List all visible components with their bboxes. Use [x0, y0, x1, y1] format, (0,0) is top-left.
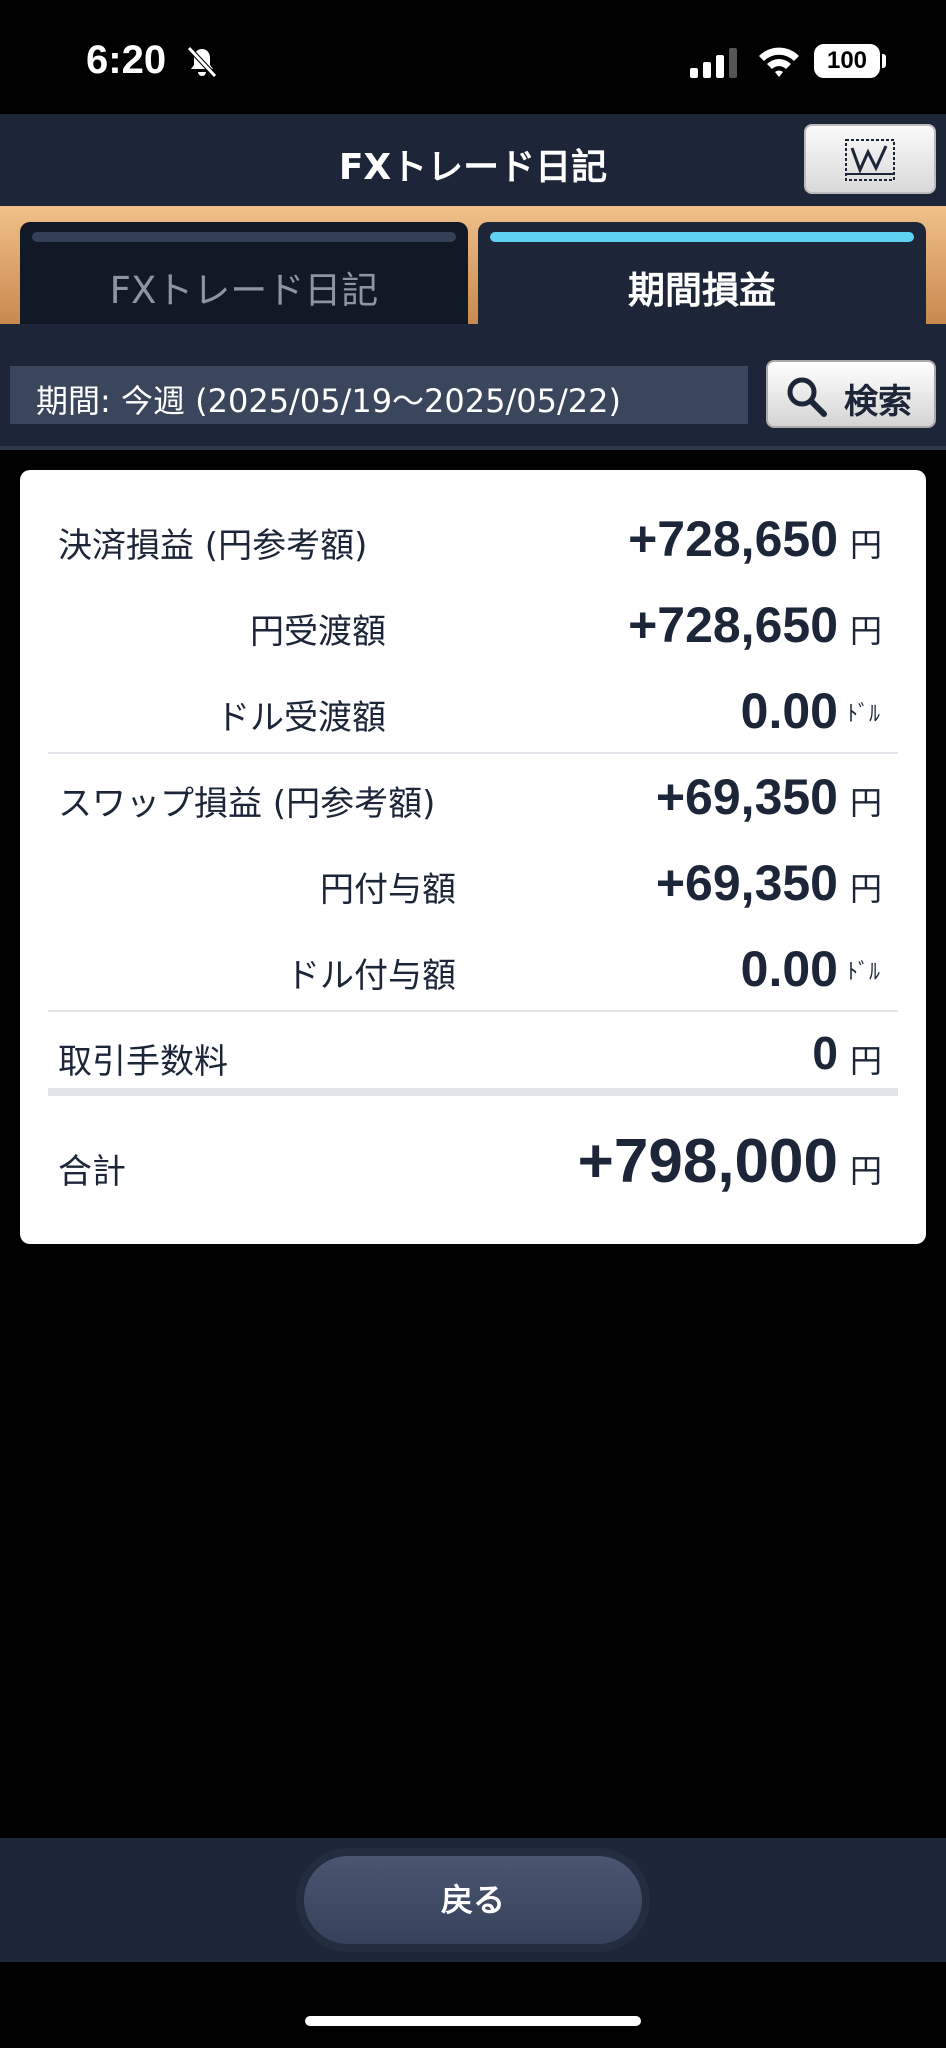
yen-grant-label: 円付与額: [320, 870, 456, 910]
settlement-value: +728,650: [628, 511, 838, 567]
tab-period-pnl[interactable]: 期間損益: [478, 222, 926, 324]
search-button[interactable]: 検索: [766, 360, 936, 428]
battery-tip: [882, 54, 886, 68]
tab-indicator: [32, 232, 456, 242]
dollar-grant-value: 0.00: [740, 941, 838, 997]
dollar-grant-label: ドル付与額: [286, 956, 456, 996]
tab-fx-trade-diary[interactable]: FXトレード日記: [20, 222, 468, 324]
signal-icon: [690, 48, 737, 78]
dollar-delivery-unit: ﾄﾞﾙ: [846, 702, 880, 727]
divider: [0, 446, 946, 450]
period-field[interactable]: 期間: 今週 (2025/05/19～2025/05/22): [10, 366, 748, 424]
back-button[interactable]: 戻る: [304, 1856, 642, 1944]
back-button-frame: 戻る: [296, 1848, 650, 1952]
period-filter-area: 期間: 今週 (2025/05/19～2025/05/22) 検索: [0, 324, 946, 448]
divider: [48, 752, 898, 754]
search-icon: [787, 377, 827, 417]
swap-value: +69,350: [655, 769, 838, 825]
tab-label: FXトレード日記: [109, 269, 379, 312]
fee-value: 0: [812, 1027, 838, 1079]
yen-grant-value: +69,350: [655, 855, 838, 911]
yen-grant-unit: 円: [849, 870, 882, 908]
bell-muted-icon: [187, 46, 217, 78]
divider: [48, 1010, 898, 1012]
chart-icon: [845, 139, 895, 181]
chart-button[interactable]: [804, 124, 936, 194]
fee-unit: 円: [849, 1042, 882, 1080]
total-value: +798,000: [577, 1127, 838, 1196]
tab-indicator-active: [490, 232, 914, 242]
status-bar: 6:20 100: [0, 0, 946, 114]
yen-delivery-value: +728,650: [628, 597, 838, 653]
divider-thick: [48, 1088, 898, 1096]
total-unit: 円: [849, 1152, 882, 1190]
yen-delivery-unit: 円: [849, 612, 882, 650]
battery-icon: 100: [814, 44, 880, 78]
status-time: 6:20: [86, 38, 167, 82]
search-label: 検索: [844, 382, 912, 422]
home-indicator[interactable]: [305, 2016, 641, 2026]
tab-label: 期間損益: [628, 269, 776, 312]
settlement-unit: 円: [849, 526, 882, 564]
dollar-delivery-value: 0.00: [740, 683, 838, 739]
total-label: 合計: [58, 1152, 126, 1192]
swap-unit: 円: [849, 784, 882, 822]
dollar-grant-unit: ﾄﾞﾙ: [846, 960, 880, 985]
dollar-delivery-label: ドル受渡額: [216, 698, 386, 738]
yen-delivery-label: 円受渡額: [250, 612, 386, 652]
fee-label: 取引手数料: [58, 1042, 228, 1082]
settlement-label: 決済損益 (円参考額): [58, 526, 368, 566]
pnl-summary-card: 決済損益 (円参考額) +728,650 円 円受渡額 +728,650 円 ド…: [20, 470, 926, 1244]
wifi-icon: [759, 47, 799, 77]
period-text: 期間: 今週 (2025/05/19～2025/05/22): [36, 382, 621, 420]
swap-label: スワップ損益 (円参考額): [58, 784, 436, 824]
bottom-bar: 戻る: [0, 1838, 946, 1962]
